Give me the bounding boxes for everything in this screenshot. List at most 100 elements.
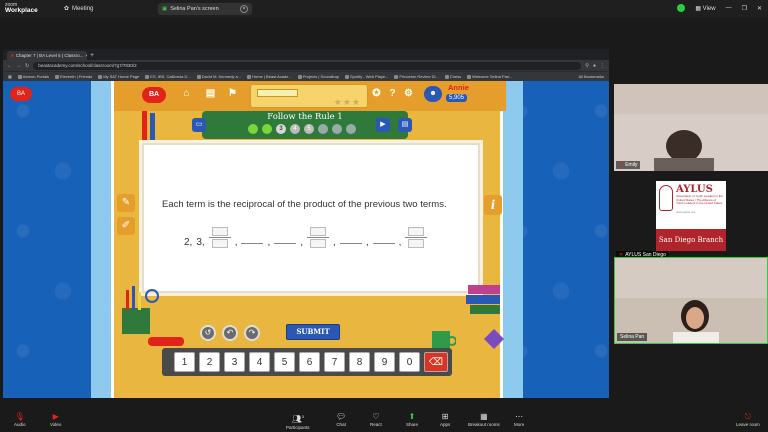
key-9[interactable]: 9 <box>374 352 395 372</box>
chat-button[interactable]: 💬︎ Chat <box>336 412 346 427</box>
level-dot-locked[interactable] <box>346 124 356 134</box>
level-dot-current[interactable]: 3 <box>276 124 286 134</box>
security-shield-icon[interactable] <box>677 4 686 12</box>
user-avatar-icon: ☻ <box>424 86 442 102</box>
bookmark-item[interactable]: ES, IBS, California D... <box>145 74 191 79</box>
all-bookmarks-link[interactable]: All Bookmarks <box>578 74 604 79</box>
breakout-rooms-button[interactable]: ▦ Breakout rooms <box>468 412 500 427</box>
undo-icon[interactable]: ↶ <box>222 325 238 341</box>
submit-button[interactable]: SUBMIT <box>286 324 340 340</box>
profile-icon[interactable]: ● <box>593 63 596 69</box>
reset-icon[interactable]: ↺ <box>200 325 216 341</box>
level-dot[interactable]: 5 <box>304 124 314 134</box>
audio-button[interactable]: 🎙︎ Audio <box>14 412 26 427</box>
more-button[interactable]: ⋯ More <box>514 412 524 427</box>
answer-box-6[interactable] <box>372 235 395 244</box>
close-share-icon[interactable]: × <box>240 5 248 13</box>
browser-tab[interactable]: ■ Chapter 7 | BA Level 5 | Classro... × <box>7 51 87 60</box>
home-icon[interactable]: ⌂ <box>180 87 193 100</box>
key-2[interactable]: 2 <box>199 352 220 372</box>
map-icon[interactable]: ⚑ <box>226 87 239 100</box>
eraser-tool-icon[interactable]: ✐ <box>117 217 135 235</box>
answer-box-2[interactable] <box>241 235 264 244</box>
play-icon[interactable]: ▶ <box>376 118 390 132</box>
level-dots: 3 4 5 <box>248 124 356 134</box>
participants-button[interactable]: 👥︎3 Participants <box>286 412 310 430</box>
numerator-box[interactable] <box>408 227 425 236</box>
side-logo-button[interactable]: BA <box>10 87 32 101</box>
key-4[interactable]: 4 <box>249 352 270 372</box>
bookmark-item[interactable]: Projects | Soundtrap <box>297 74 339 79</box>
bookmark-item[interactable]: My SAT Home Page <box>98 74 139 79</box>
settings-gear-icon[interactable]: ⚙ <box>402 87 415 100</box>
new-tab-icon[interactable]: + <box>90 51 94 60</box>
level-dot[interactable]: 4 <box>290 124 300 134</box>
menu-icon[interactable]: ⋮ <box>600 63 605 69</box>
view-button[interactable]: ▦ View <box>695 5 715 12</box>
level-dot-locked[interactable] <box>318 124 328 134</box>
participant-tile-selina[interactable]: Selina Pan <box>614 257 768 344</box>
key-1[interactable]: 1 <box>174 352 195 372</box>
bookmark-item[interactable]: Eleventh | Friends <box>55 74 92 79</box>
redo-icon[interactable]: ↷ <box>244 325 260 341</box>
level-dot[interactable] <box>248 124 258 134</box>
bookmark-item[interactable]: Spotify - Web Playe... <box>345 74 388 79</box>
key-5[interactable]: 5 <box>274 352 295 372</box>
aylus-branch-banner: San Diego Branch <box>656 229 726 251</box>
bookmark-item[interactable]: David M. Kennedy a... <box>196 74 241 79</box>
denominator-box[interactable] <box>408 239 425 248</box>
badge-icon[interactable]: ✪ <box>370 87 383 100</box>
extensions-icon[interactable]: ⚲ <box>585 63 589 69</box>
level-dot-locked[interactable] <box>332 124 342 134</box>
pencil-tool-icon[interactable]: ✎ <box>117 194 135 212</box>
denominator-box[interactable] <box>211 239 228 248</box>
answer-fraction-1[interactable] <box>208 227 231 248</box>
numerator-box[interactable] <box>310 227 327 236</box>
back-icon[interactable]: ← <box>7 63 12 69</box>
key-0[interactable]: 0 <box>399 352 420 372</box>
leave-room-button[interactable]: ⎋ Leave room <box>736 412 760 427</box>
backspace-icon[interactable]: ⌫ <box>424 352 448 372</box>
bookmark-item[interactable]: Princeton Review Di... <box>394 74 439 79</box>
minimize-icon[interactable]: — <box>726 5 732 11</box>
level-dot[interactable] <box>262 124 272 134</box>
ba-logo[interactable]: BA <box>142 87 166 103</box>
user-profile[interactable]: ☻ Annie 5,905 <box>424 83 480 109</box>
key-6[interactable]: 6 <box>299 352 320 372</box>
reload-icon[interactable]: ↻ <box>25 63 29 69</box>
numerator-box[interactable] <box>211 227 228 236</box>
guide-icon[interactable]: ▤ <box>398 118 412 132</box>
bookmark-item[interactable]: Home | Beast Acade... <box>247 74 292 79</box>
denominator-box[interactable] <box>310 239 327 248</box>
react-button[interactable]: ♡ React <box>370 412 382 427</box>
screen-share-indicator[interactable]: ▣ Selina Pan's screen × <box>158 3 252 15</box>
participant-label: Selina Pan <box>617 333 648 341</box>
apps-button[interactable]: ⊞ Apps <box>440 412 450 427</box>
maximize-icon[interactable]: ❐ <box>742 5 747 12</box>
answer-box-5[interactable] <box>339 235 362 244</box>
close-window-icon[interactable]: ✕ <box>757 5 762 12</box>
url-field[interactable]: beastacademy.com/school/classroom/7g7/78… <box>33 61 582 70</box>
bookmark-item[interactable]: Chess <box>444 74 461 79</box>
address-bar: ← → ↻ beastacademy.com/school/classroom/… <box>3 60 609 71</box>
apps-grid-icon[interactable]: ▦ <box>8 74 12 79</box>
answer-box-3[interactable] <box>274 235 297 244</box>
video-button[interactable]: ▶ Video <box>50 412 61 427</box>
bookmark-item[interactable]: Welcome Selina Pan... <box>467 74 513 79</box>
bookmark-item[interactable]: Aemon Portals <box>17 74 49 79</box>
meeting-button[interactable]: ✿ Meeting <box>64 5 93 13</box>
answer-fraction-4[interactable] <box>307 227 330 248</box>
book-icon[interactable]: ▤ <box>204 87 217 100</box>
forward-icon[interactable]: → <box>16 63 21 69</box>
help-icon[interactable]: ? <box>386 87 399 100</box>
key-8[interactable]: 8 <box>349 352 370 372</box>
tab-close-icon[interactable]: × <box>85 53 87 58</box>
key-3[interactable]: 3 <box>224 352 245 372</box>
info-button[interactable]: i <box>484 195 502 215</box>
key-7[interactable]: 7 <box>324 352 345 372</box>
participant-tile-aylus[interactable]: AYLUS Association of Youth Leaders in th… <box>614 174 768 261</box>
zoom-top-bar: zoom Workplace ✿ Meeting ▣ Selina Pan's … <box>0 0 768 18</box>
share-button[interactable]: ⬆ Share <box>406 412 418 427</box>
answer-fraction-7[interactable] <box>405 227 428 248</box>
participant-tile-emily[interactable]: ✕ Emily <box>614 84 768 171</box>
